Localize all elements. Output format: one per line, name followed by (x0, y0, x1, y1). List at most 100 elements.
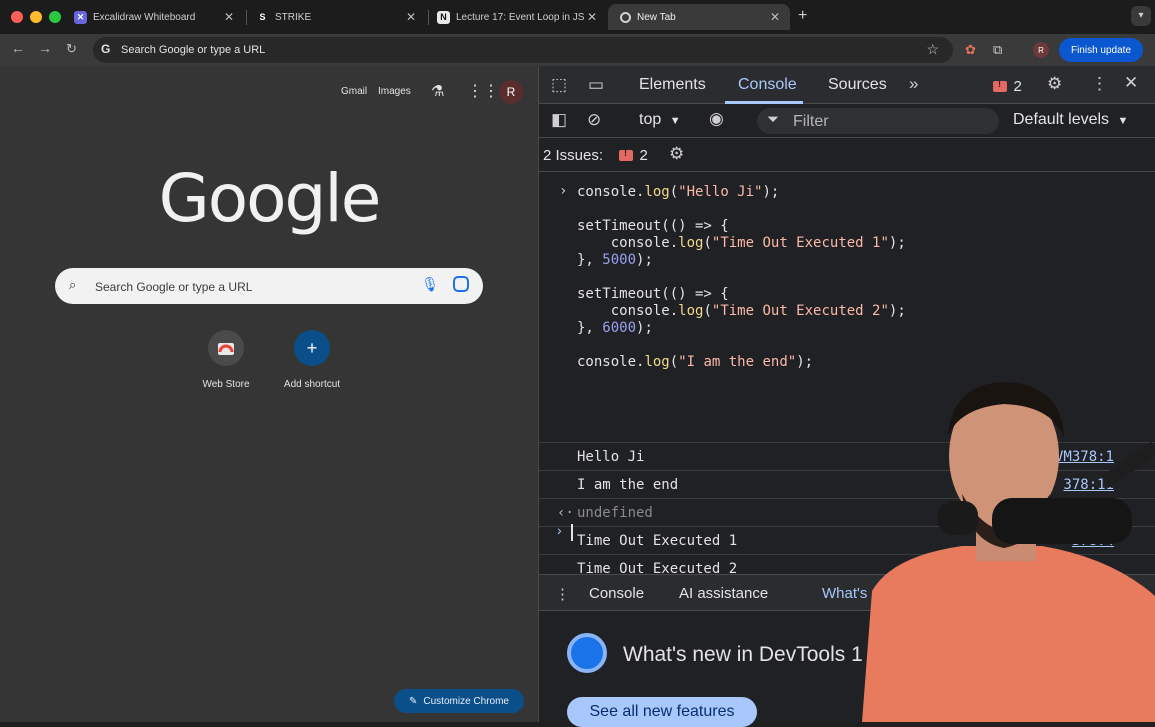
chrome-devtools-logo-icon (567, 633, 607, 673)
tab-strip: ✕ Excalidraw Whiteboard ✕ S STRIKE ✕ N L… (0, 0, 1155, 34)
extension-icon[interactable]: ✿ (965, 42, 976, 58)
see-all-features-button[interactable]: See all new features (567, 697, 757, 727)
device-toggle-icon[interactable]: ▭ (588, 75, 604, 95)
chevron-down-icon: ▼ (669, 115, 681, 127)
address-bar[interactable]: G Search Google or type a URL ☆ (93, 37, 953, 63)
labs-flask-icon[interactable]: ⚗ (431, 82, 444, 100)
profile-avatar[interactable]: R (1033, 42, 1049, 58)
drawer-menu-icon[interactable]: ⋮ (555, 585, 570, 603)
chevron-down-icon: ▼ (1117, 115, 1129, 127)
tab-lecture[interactable]: N Lecture 17: Event Loop in JS ✕ (425, 4, 607, 30)
devtools-tab-bar: ⬚ ▭ Elements Console Sources » 2 ⚙ ⋮ ✕ (539, 66, 1155, 104)
new-tab-button[interactable]: + (798, 7, 807, 25)
tab-sources[interactable]: Sources (828, 76, 887, 94)
excalidraw-icon: ✕ (74, 10, 87, 24)
result-text: undefined (577, 505, 653, 521)
more-tabs-chevron-icon[interactable]: » (909, 74, 918, 94)
microphone-icon[interactable]: 🎙 (421, 276, 439, 293)
webcam-overlay (852, 376, 1155, 722)
tab-title: New Tab (637, 11, 676, 23)
log-text: Hello Ji (577, 449, 645, 465)
gmail-link[interactable]: Gmail (341, 86, 367, 97)
drawer-tab-console[interactable]: Console (589, 585, 644, 602)
tab-excalidraw[interactable]: ✕ Excalidraw Whiteboard ✕ (62, 4, 244, 30)
notion-icon: N (437, 10, 450, 24)
bookmark-star-icon[interactable]: ☆ (926, 41, 939, 58)
eye-icon[interactable]: ◉ (709, 109, 724, 129)
close-tab-icon[interactable]: ✕ (224, 10, 234, 24)
customize-label: Customize Chrome (423, 695, 509, 707)
close-tab-icon[interactable]: ✕ (406, 10, 416, 24)
log-levels-dropdown[interactable]: Default levels ▼ (1013, 111, 1128, 129)
error-count: 2 (1013, 78, 1022, 95)
filter-placeholder: Filter (793, 113, 829, 130)
input-prompt-chevron-icon: › (559, 183, 568, 199)
tab-console[interactable]: Console (738, 76, 797, 94)
google-lens-icon[interactable] (453, 276, 469, 292)
plus-icon: + (294, 330, 330, 366)
whats-new-title: What's new in DevTools 1 (623, 643, 863, 666)
shortcut-label: Web Store (202, 379, 250, 390)
return-arrow-icon: ‹· (557, 505, 574, 521)
error-icon (993, 79, 1007, 93)
browser-toolbar: ← → ↻ G Search Google or type a URL ☆ ✿ … (0, 34, 1155, 66)
console-prompt-chevron-icon: › (557, 522, 562, 538)
context-selector[interactable]: top ▼ (639, 111, 681, 129)
shortcut-web-store[interactable]: Web Store (181, 330, 271, 390)
settings-gear-icon[interactable]: ⚙ (1047, 74, 1062, 94)
forward-arrow-icon[interactable]: → (38, 40, 52, 56)
maximize-window-button[interactable] (49, 11, 61, 23)
customize-chrome-button[interactable]: ✎ Customize Chrome (394, 689, 524, 713)
close-window-button[interactable] (11, 11, 23, 23)
log-text: I am the end (577, 477, 679, 493)
minimize-window-button[interactable] (30, 11, 42, 23)
web-store-icon (208, 330, 244, 366)
reload-icon[interactable]: ↻ (66, 41, 77, 57)
search-placeholder: Search Google or type a URL (95, 280, 253, 294)
account-avatar[interactable]: R (499, 80, 523, 104)
tab-title: Excalidraw Whiteboard (93, 11, 196, 23)
back-arrow-icon[interactable]: ← (11, 40, 25, 56)
tab-title: Lecture 17: Event Loop in JS (456, 11, 585, 23)
error-count-badge[interactable]: 2 (993, 78, 1022, 96)
log-text: Time Out Executed 1 (577, 533, 738, 549)
apps-grid-icon[interactable]: ⋮⋮ (467, 81, 499, 101)
address-bar-placeholder: Search Google or type a URL (121, 44, 266, 56)
issue-icon (619, 148, 633, 162)
issues-badge[interactable]: 2 (619, 147, 648, 165)
google-g-icon: G (101, 42, 111, 56)
inspect-element-icon[interactable]: ⬚ (551, 75, 567, 95)
tab-new-tab[interactable]: New Tab ✕ (608, 4, 790, 30)
ntp-search-box[interactable]: ⌕ Search Google or type a URL 🎙 (55, 268, 483, 304)
pencil-icon: ✎ (409, 695, 418, 707)
images-link[interactable]: Images (378, 86, 411, 97)
filter-funnel-icon: ⏷ (767, 111, 780, 128)
finish-update-button[interactable]: Finish update (1059, 38, 1143, 62)
tab-search-chevron-icon[interactable]: ▾ (1131, 6, 1151, 26)
console-input-code: console.log("Hello Ji"); setTimeout(() =… (577, 184, 906, 370)
sidebar-toggle-icon[interactable]: ◧ (551, 110, 567, 130)
filter-input[interactable]: ⏷ Filter (757, 108, 999, 134)
issues-settings-gear-icon[interactable]: ⚙ (669, 144, 684, 164)
tab-title: STRIKE (275, 11, 312, 23)
shortcut-label: Add shortcut (283, 379, 341, 390)
tab-elements[interactable]: Elements (639, 76, 706, 94)
context-label: top (639, 111, 662, 128)
shortcut-add[interactable]: + Add shortcut (267, 330, 357, 390)
puzzle-icon[interactable]: ⧉ (993, 42, 1002, 58)
clear-console-icon[interactable]: ⊘ (587, 110, 601, 130)
kebab-menu-icon[interactable]: ⋮ (1091, 74, 1108, 94)
close-tab-icon[interactable]: ✕ (770, 10, 780, 24)
console-input-caret[interactable] (571, 524, 573, 541)
tab-strike[interactable]: S STRIKE ✕ (244, 4, 426, 30)
levels-label: Default levels (1013, 111, 1110, 128)
google-logo: Google (158, 160, 382, 237)
strike-icon: S (259, 12, 266, 22)
issues-label: 2 Issues: (543, 147, 604, 164)
close-tab-icon[interactable]: ✕ (587, 10, 597, 24)
console-filter-bar: ◧ ⊘ top ▼ ◉ ⏷ Filter Default levels ▼ (539, 104, 1155, 138)
issues-count: 2 (639, 147, 648, 164)
new-tab-page: Gmail Images ⚗ ⋮⋮ R Google ⌕ Search Goog… (0, 66, 538, 722)
close-devtools-icon[interactable]: ✕ (1124, 73, 1138, 93)
drawer-tab-ai-assistance[interactable]: AI assistance (679, 585, 768, 602)
